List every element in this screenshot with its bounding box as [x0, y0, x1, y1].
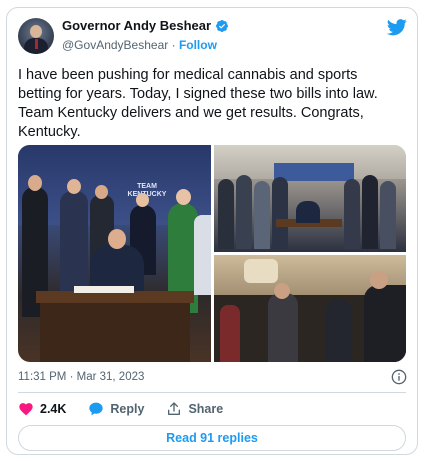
reply-label: Reply [110, 402, 145, 416]
tweet-card: Governor Andy Beshear @GovAndyBeshear · … [6, 7, 418, 455]
media-grid: TEAM KENTUCKY [18, 145, 406, 362]
info-icon[interactable] [391, 369, 407, 385]
like-button[interactable]: 2.4K [18, 401, 66, 417]
timestamp-separator: · [69, 371, 74, 383]
handle-separator: · [171, 38, 176, 52]
author-handle-row: @GovAndyBeshear · Follow [62, 38, 217, 52]
reply-bubble-icon [89, 402, 104, 416]
action-bar: 2.4K Reply Share [18, 399, 245, 419]
heart-icon [19, 403, 33, 416]
tweet-text-line: Kentucky. [18, 124, 81, 140]
signing-photo[interactable]: TEAM KENTUCKY [18, 145, 211, 362]
divider [18, 392, 406, 393]
like-count: 2.4K [40, 402, 67, 416]
tweet-text-line: betting for years. Today, I signed these… [18, 86, 378, 102]
tweet-timestamp[interactable]: 11:31 PM · Mar 31, 2023 [18, 371, 144, 383]
applause-photo[interactable] [214, 255, 406, 362]
tweet-time: 11:31 PM [18, 371, 67, 383]
tweet-text-line: I have been pushing for medical cannabis… [18, 67, 358, 83]
author-display-name[interactable]: Governor Andy Beshear [62, 18, 211, 33]
tweet-date: Mar 31, 2023 [76, 371, 145, 383]
follow-button[interactable]: Follow [179, 38, 217, 52]
twitter-bird-icon[interactable] [387, 17, 407, 37]
verified-icon [216, 19, 229, 32]
share-label: Share [188, 402, 224, 416]
read-replies-button[interactable]: Read 91 replies [18, 425, 406, 451]
author-name-row: Governor Andy Beshear [62, 18, 229, 33]
tweet-text: I have been pushing for medical cannabis… [18, 66, 408, 142]
author-handle[interactable]: @GovAndyBeshear [62, 38, 168, 52]
avatar[interactable] [18, 18, 54, 54]
share-button[interactable]: Share [166, 401, 223, 417]
share-icon [168, 402, 181, 415]
reply-button[interactable]: Reply [88, 401, 144, 417]
tweet-text-line: Team Kentucky delivers and we get result… [18, 105, 364, 121]
read-replies-label: Read 91 replies [166, 431, 258, 445]
group-photo[interactable] [214, 145, 406, 252]
